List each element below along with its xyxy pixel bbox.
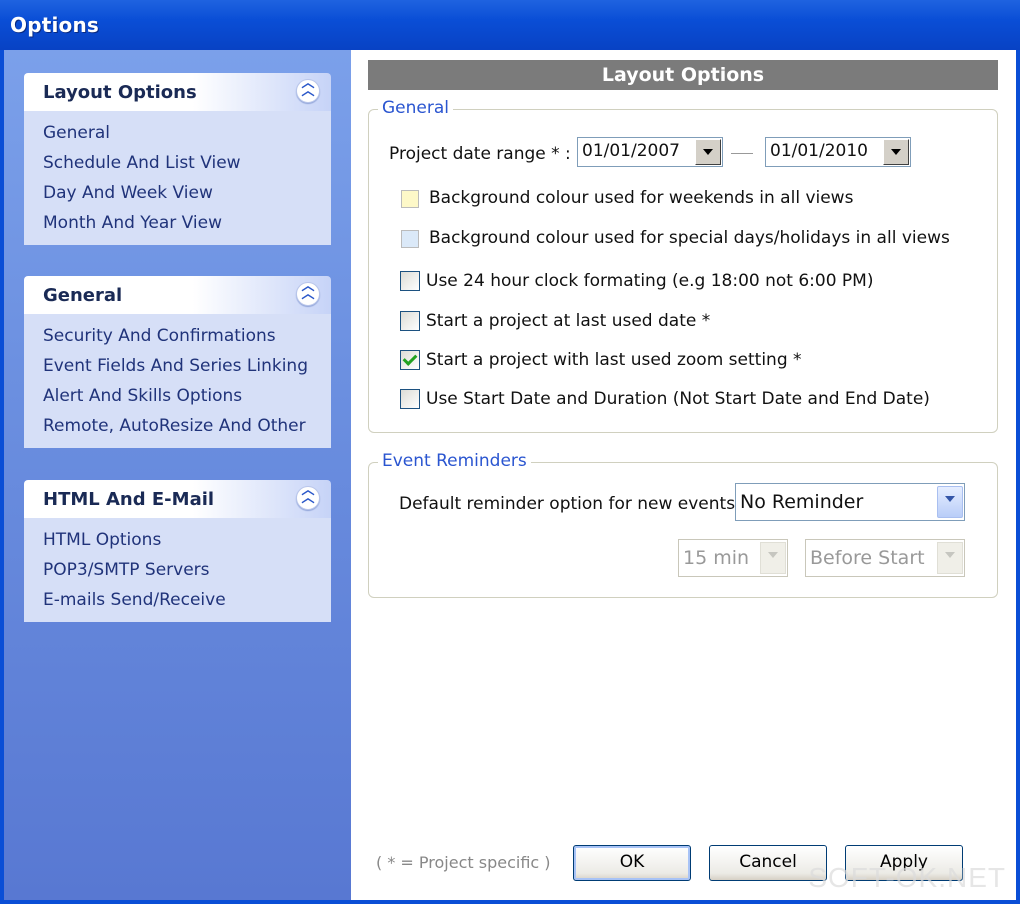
collapse-chevron-icon[interactable]: ︿ ︿ [296,77,320,103]
default-reminder-label: Default reminder option for new events : [399,494,747,514]
group-title: General [43,285,123,306]
general-section: General Project date range * : 01/01/200… [368,98,998,433]
sidebar-group-layout-options: Layout Options ︿ ︿ General Schedule And L… [24,73,331,245]
reminder-relative-value: Before Start [810,547,925,569]
collapse-chevron-icon[interactable]: ︿ ︿ [296,484,320,510]
option-label: Start a project with last used zoom sett… [426,350,802,370]
default-reminder-value: No Reminder [740,491,864,513]
event-reminders-section: Event Reminders Default reminder option … [368,451,998,598]
date-range-label: Project date range * : [389,144,571,164]
title-bar: Options [0,0,1020,50]
group-body: HTML Options POP3/SMTP Servers E-mails S… [24,518,331,622]
section-legend: General [378,98,453,118]
holiday-color-swatch[interactable] [401,230,419,248]
dropdown-arrow-icon[interactable] [883,139,909,165]
dropdown-arrow-icon[interactable] [937,542,963,574]
watermark: SOFT-OK.NET [808,862,1006,893]
dropdown-arrow-icon[interactable] [937,486,963,518]
checkbox-24-hour-clock[interactable] [400,271,420,291]
group-header[interactable]: HTML And E-Mail ︿ ︿ [24,480,331,518]
group-body: Security And Confirmations Event Fields … [24,314,331,448]
sidebar-item-security[interactable]: Security And Confirmations [24,322,331,352]
collapse-chevron-icon[interactable]: ︿ ︿ [296,280,320,306]
sidebar-item-general[interactable]: General [24,119,331,149]
window-frame: Layout Options ︿ ︿ General Schedule And L… [0,50,1020,904]
sidebar-item-html-options[interactable]: HTML Options [24,526,331,556]
date-from-picker[interactable]: 01/01/2007 [577,137,723,167]
checkbox-last-used-date[interactable] [400,311,420,331]
main-panel: Layout Options General Project date rang… [351,50,1016,900]
dropdown-arrow-icon[interactable] [760,542,786,574]
sidebar-item-remote-autoresize[interactable]: Remote, AutoResize And Other [24,412,331,442]
section-legend: Event Reminders [378,451,531,471]
default-reminder-select[interactable]: No Reminder [735,483,965,521]
group-header[interactable]: General ︿ ︿ [24,276,331,314]
checkbox-last-used-zoom[interactable] [400,350,420,370]
sidebar-item-alert-skills[interactable]: Alert And Skills Options [24,382,331,412]
range-separator [731,153,753,154]
group-header[interactable]: Layout Options ︿ ︿ [24,73,331,111]
sidebar-group-html-email: HTML And E-Mail ︿ ︿ HTML Options POP3/SMT… [24,480,331,622]
sidebar-item-emails-send-receive[interactable]: E-mails Send/Receive [24,586,331,616]
window-title: Options [10,13,100,37]
sidebar-item-month-year-view[interactable]: Month And Year View [24,209,331,239]
project-specific-note: ( * = Project specific ) [376,853,551,872]
group-title: Layout Options [43,82,197,103]
sidebar-group-general: General ︿ ︿ Security And Confirmations Ev… [24,276,331,448]
option-label: Background colour used for special days/… [429,228,950,248]
weekend-color-swatch[interactable] [401,190,419,208]
window-client: Layout Options ︿ ︿ General Schedule And L… [4,50,1016,900]
sidebar-item-day-week-view[interactable]: Day And Week View [24,179,331,209]
group-title: HTML And E-Mail [43,489,215,510]
ok-button[interactable]: OK [573,845,691,881]
sidebar-item-schedule-list-view[interactable]: Schedule And List View [24,149,331,179]
option-label: Use Start Date and Duration (Not Start D… [426,389,930,409]
sidebar-item-event-fields[interactable]: Event Fields And Series Linking [24,352,331,382]
option-label: Start a project at last used date * [426,311,711,331]
panel-header: Layout Options [368,60,998,90]
reminder-interval-select[interactable]: 15 min [678,539,788,577]
dropdown-arrow-icon[interactable] [695,139,721,165]
reminder-relative-select[interactable]: Before Start [805,539,965,577]
date-from-value: 01/01/2007 [582,141,680,161]
option-label: Use 24 hour clock formating (e.g 18:00 n… [426,271,874,291]
group-body: General Schedule And List View Day And W… [24,111,331,245]
option-label: Background colour used for weekends in a… [429,188,854,208]
checkbox-start-date-duration[interactable] [400,389,420,409]
date-to-value: 01/01/2010 [770,141,868,161]
sidebar-item-pop3-smtp[interactable]: POP3/SMTP Servers [24,556,331,586]
sidebar: Layout Options ︿ ︿ General Schedule And L… [4,50,351,900]
date-to-picker[interactable]: 01/01/2010 [765,137,911,167]
reminder-interval-value: 15 min [683,547,750,569]
